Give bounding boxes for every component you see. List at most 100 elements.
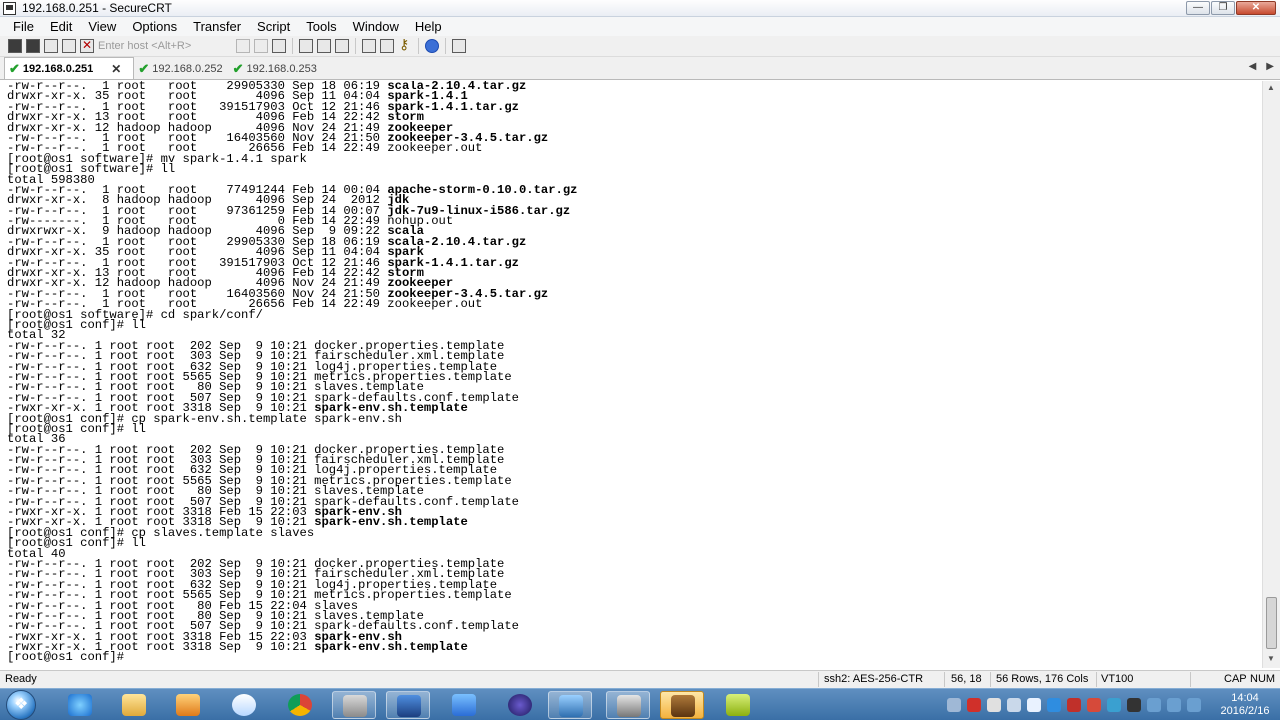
terminal-scrollbar[interactable]: ▲ ▼ [1262, 81, 1280, 668]
tray-app-icon[interactable] [947, 698, 961, 712]
terminal-output[interactable]: -rw-r--r--. 1 root root 29905330 Sep 18 … [0, 81, 1262, 668]
terminal-filename: apache-storm-0.10.0.tar.gz [387, 182, 578, 197]
tray-app-icon[interactable] [1047, 698, 1061, 712]
network-icon[interactable] [1167, 698, 1181, 712]
connected-check-icon: ✔ [9, 60, 20, 76]
tab-192-168-0-252[interactable]: ✔ 192.168.0.252 [134, 59, 228, 79]
reconnect-icon[interactable] [62, 39, 76, 53]
session-options-icon[interactable] [362, 39, 376, 53]
mybase-icon[interactable] [716, 691, 760, 719]
quick-connect-icon[interactable] [26, 39, 40, 53]
status-ready: Ready [5, 673, 37, 685]
tray-app-icon[interactable] [1087, 698, 1101, 712]
volume-icon[interactable] [1187, 698, 1201, 712]
help-icon[interactable] [425, 39, 439, 53]
tray-app-icon[interactable] [1007, 698, 1021, 712]
status-separator [818, 672, 819, 687]
minimize-button[interactable]: — [1186, 1, 1210, 15]
scrollbar-thumb[interactable] [1266, 597, 1277, 649]
tray-app-icon[interactable] [987, 698, 1001, 712]
connected-check-icon: ✔ [232, 61, 244, 76]
menu-file[interactable]: File [5, 17, 42, 36]
connect-icon[interactable] [8, 39, 22, 53]
virtualbox-icon[interactable] [548, 691, 592, 719]
tab-label: 192.168.0.251 [22, 62, 94, 75]
connected-check-icon: ✔ [138, 61, 150, 76]
menu-tools[interactable]: Tools [298, 17, 344, 36]
media-player-icon[interactable] [166, 691, 210, 719]
window-title: 192.168.0.251 - SecureCRT [22, 1, 172, 15]
terminal-filename: spark-env.sh.template [314, 640, 468, 655]
toolbar-separator [355, 38, 356, 54]
securecrt-icon[interactable] [606, 691, 650, 719]
status-num: NUM [1250, 673, 1276, 685]
copy-icon[interactable] [236, 39, 250, 53]
paste-icon[interactable] [254, 39, 268, 53]
tab-scroll-right-icon[interactable]: ▶ [1266, 61, 1274, 72]
clock[interactable]: 14:04 2016/2/16 [1210, 692, 1280, 718]
status-protocol: ssh2: AES-256-CTR [824, 673, 924, 685]
status-bar: Ready ssh2: AES-256-CTR 56, 18 56 Rows, … [0, 670, 1280, 688]
map-icon[interactable] [452, 39, 466, 53]
toolbar-separator [292, 38, 293, 54]
print-setup-icon[interactable] [335, 39, 349, 53]
internet-explorer-icon[interactable] [58, 691, 102, 719]
menu-bar: File Edit View Options Transfer Script T… [0, 17, 1280, 36]
file-explorer-icon[interactable] [112, 691, 156, 719]
tab-192-168-0-253[interactable]: ✔ 192.168.0.253 [229, 59, 323, 79]
tray-app-icon[interactable] [967, 698, 981, 712]
tray-app-icon[interactable] [1147, 698, 1161, 712]
tab-label: 192.168.0.252 [152, 63, 223, 75]
chrome-icon[interactable] [278, 691, 322, 719]
tab-close-icon[interactable]: ✕ [111, 62, 121, 76]
character-app-icon[interactable] [660, 691, 704, 719]
securecrt-app-icon[interactable] [3, 1, 16, 15]
tray-app-icon[interactable] [1127, 698, 1141, 712]
status-caps: CAP [1224, 673, 1247, 685]
toolbar [0, 36, 1280, 57]
tray-app-icon[interactable] [1107, 698, 1121, 712]
menu-script[interactable]: Script [249, 17, 298, 36]
terminal-text: [root@os1 conf]# [7, 650, 132, 665]
start-button[interactable] [6, 690, 36, 720]
menu-edit[interactable]: Edit [42, 17, 80, 36]
tab-scroll-left-icon[interactable]: ◀ [1249, 61, 1257, 72]
print-selection-icon[interactable] [317, 39, 331, 53]
terminal-line: [root@os1 conf]# cp spark-env.sh.templat… [7, 412, 1262, 424]
menu-window[interactable]: Window [345, 17, 407, 36]
terminal-filename: spark-env.sh.template [314, 515, 468, 530]
menu-help[interactable]: Help [407, 17, 450, 36]
scroll-down-icon[interactable]: ▼ [1267, 654, 1275, 663]
menu-view[interactable]: View [80, 17, 124, 36]
terminal-line: -rwxr-xr-x. 1 root root 3318 Sep 9 10:21… [7, 640, 1262, 655]
scroll-up-icon[interactable]: ▲ [1267, 83, 1275, 92]
session-tabs: ✔ 192.168.0.251 ✕ ✔ 192.168.0.252 ✔ 192.… [0, 57, 1280, 80]
remote-app-icon[interactable] [386, 691, 430, 719]
securecrt-folder-icon[interactable] [332, 691, 376, 719]
windows-taskbar: 14:04 2016/2/16 [0, 688, 1280, 720]
status-separator [990, 672, 991, 687]
host-input[interactable] [98, 38, 228, 54]
network-app-icon[interactable] [222, 691, 266, 719]
tray-app-icon[interactable] [1067, 698, 1081, 712]
maximize-button[interactable]: ❐ [1211, 1, 1235, 15]
system-tray: 14:04 2016/2/16 [944, 689, 1280, 720]
terminal-line: [root@os1 software]# cd spark/conf/ [7, 308, 1262, 320]
paint-app-icon[interactable] [442, 691, 486, 719]
print-icon[interactable] [299, 39, 313, 53]
connect-in-tab-icon[interactable] [44, 39, 58, 53]
close-button[interactable]: ✕ [1236, 1, 1276, 15]
disconnect-icon[interactable] [80, 38, 94, 53]
menu-options[interactable]: Options [124, 17, 185, 36]
eclipse-icon[interactable] [498, 691, 542, 719]
window-controls: — ❐ ✕ [1186, 1, 1276, 15]
tray-app-icon[interactable] [1027, 698, 1041, 712]
status-size: 56 Rows, 176 Cols [996, 673, 1089, 685]
tab-192-168-0-251[interactable]: ✔ 192.168.0.251 ✕ [4, 57, 135, 79]
key-manager-icon[interactable] [398, 36, 412, 53]
status-separator [1190, 672, 1191, 687]
find-icon[interactable] [272, 39, 286, 53]
global-options-icon[interactable] [380, 39, 394, 53]
toolbar-separator [418, 38, 419, 54]
menu-transfer[interactable]: Transfer [185, 17, 249, 36]
